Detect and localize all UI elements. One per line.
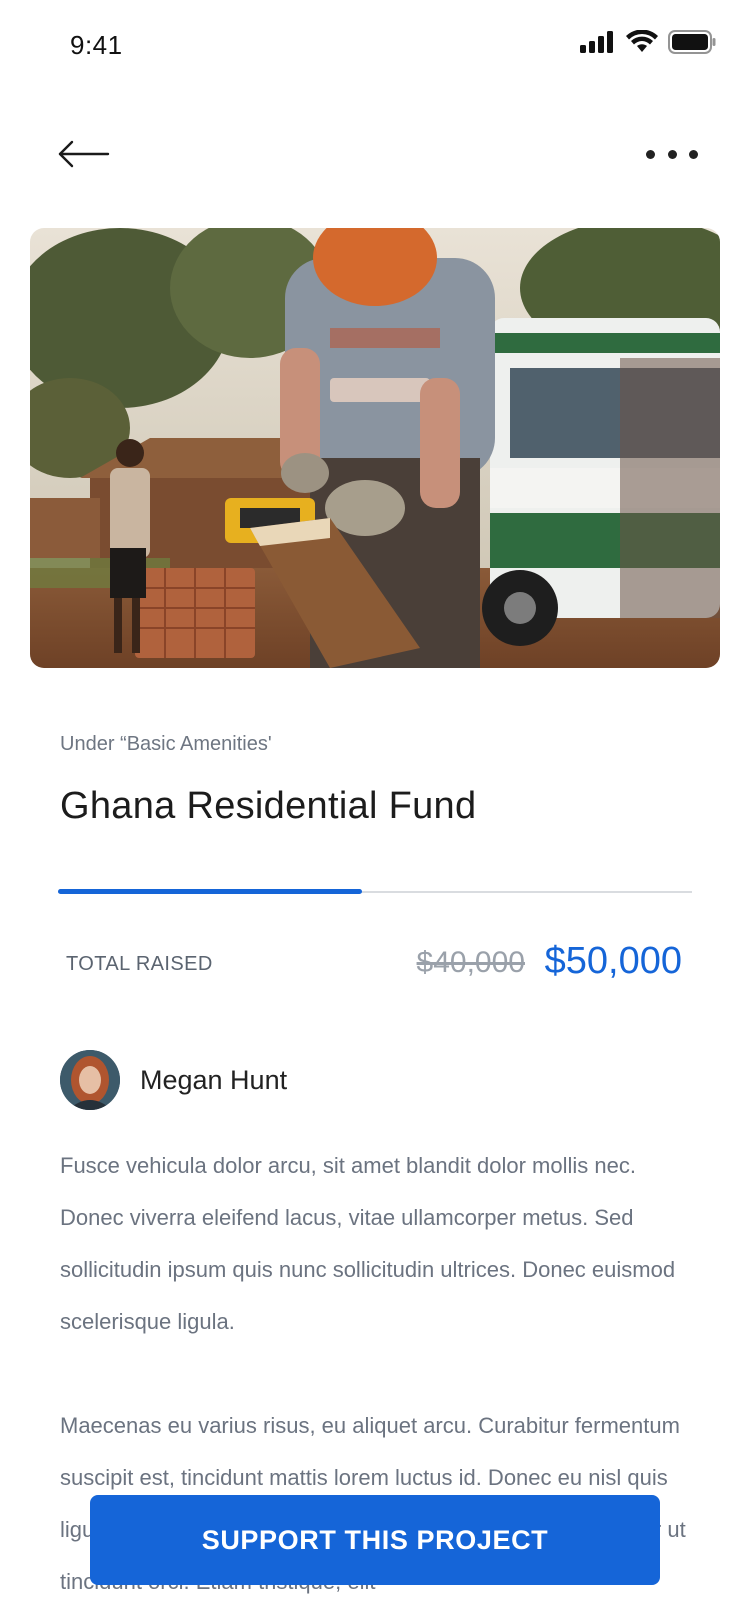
support-project-button[interactable]: SUPPORT THIS PROJECT xyxy=(90,1495,660,1585)
more-options-button[interactable] xyxy=(646,134,698,174)
current-amount: $50,000 xyxy=(544,940,682,982)
status-bar: 9:41 xyxy=(0,0,750,90)
more-dots-icon xyxy=(646,149,655,159)
battery-icon xyxy=(668,30,716,59)
funding-progress-bar xyxy=(58,889,692,894)
author-name: Megan Hunt xyxy=(140,1064,288,1095)
cellular-signal-icon xyxy=(580,31,616,58)
project-hero-image xyxy=(30,228,720,668)
wifi-icon xyxy=(626,29,658,59)
project-title: Ghana Residential Fund xyxy=(60,785,477,827)
project-category: Under “Basic Amenities' xyxy=(60,733,272,755)
status-time: 9:41 xyxy=(70,30,123,60)
more-dots-icon xyxy=(689,149,698,159)
more-dots-icon xyxy=(667,149,677,159)
avatar xyxy=(60,1050,120,1110)
author[interactable]: Megan Hunt xyxy=(60,1050,287,1110)
back-button[interactable] xyxy=(52,134,112,174)
total-raised-label: TOTAL RAISED xyxy=(66,953,213,975)
nav-bar xyxy=(0,120,750,190)
arrow-left-icon xyxy=(58,140,110,168)
status-icons xyxy=(580,29,716,59)
funding-progress-fill xyxy=(58,889,363,894)
description-paragraph: Fusce vehicula dolor arcu, sit amet blan… xyxy=(60,1153,676,1334)
previous-amount: $40,000 xyxy=(416,946,525,979)
